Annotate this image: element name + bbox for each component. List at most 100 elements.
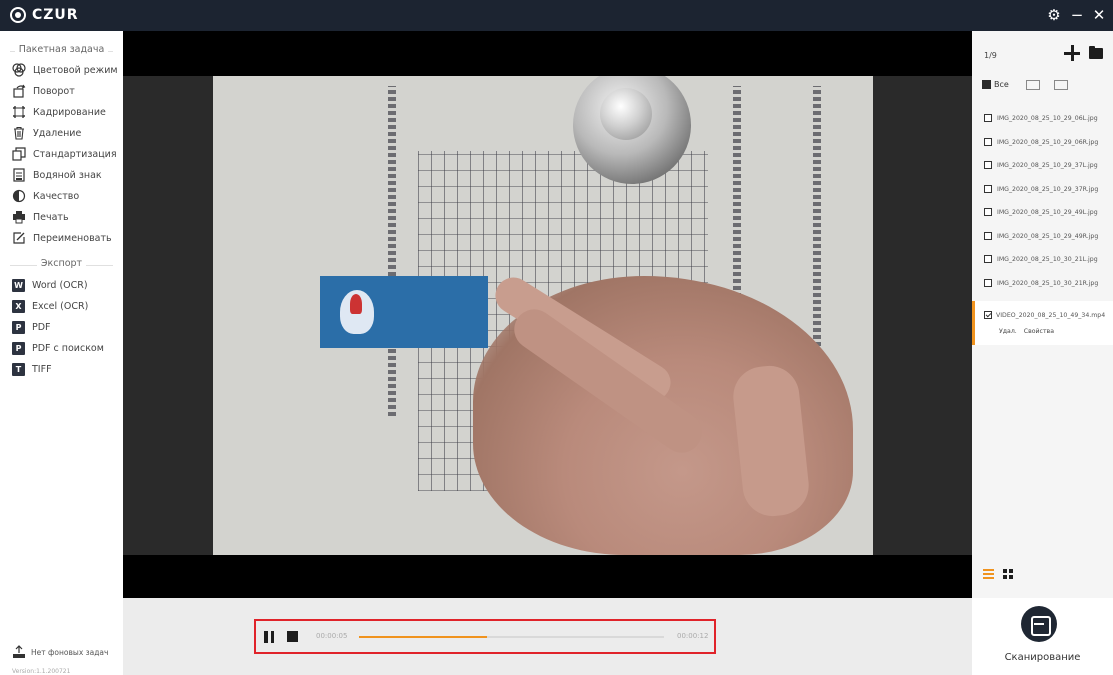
file-name: IMG_2020_08_25_10_29_49R.jpg	[997, 232, 1099, 240]
file-name: IMG_2020_08_25_10_29_49L.jpg	[997, 208, 1098, 216]
document-text-column	[388, 86, 396, 416]
fit-view-icon[interactable]	[1054, 80, 1068, 90]
grid-view-icon[interactable]	[1003, 569, 1013, 579]
file-list-item[interactable]: IMG_2020_08_25_10_29_37R.jpg	[984, 182, 1098, 196]
file-name: IMG_2020_08_25_10_29_37R.jpg	[997, 185, 1099, 193]
file-list-item[interactable]: IMG_2020_08_25_10_29_49L.jpg	[984, 205, 1098, 219]
menu-item-rotate[interactable]: Поворот	[12, 82, 75, 100]
total-time: 00:00:12	[677, 632, 709, 640]
video-list-item-selected[interactable]: VIDEO_2020_08_25_10_49_34.mp4 Удал. Свой…	[972, 301, 1113, 345]
video-frame-image	[123, 76, 972, 555]
stop-button[interactable]	[287, 631, 298, 642]
app-logo: CZUR	[10, 7, 79, 23]
menu-item-print[interactable]: Печать	[12, 208, 69, 226]
list-view-icon[interactable]	[983, 569, 994, 579]
export-word-ocr[interactable]: W Word (OCR)	[12, 276, 88, 294]
right-sidebar: 1/9 Все IMG_2020_08_25_10_29_06L.jpg IMG…	[972, 31, 1113, 675]
folder-icon[interactable]	[1089, 46, 1103, 59]
file-list-item[interactable]: IMG_2020_08_25_10_30_21L.jpg	[984, 252, 1098, 266]
menu-item-rename[interactable]: Переименовать	[12, 229, 112, 247]
color-mode-icon	[12, 63, 26, 77]
menu-item-label: Удаление	[33, 127, 82, 139]
file-list-item[interactable]: IMG_2020_08_25_10_29_49R.jpg	[984, 229, 1098, 243]
add-icon[interactable]	[1064, 45, 1080, 61]
minimize-icon[interactable]: −	[1068, 6, 1086, 24]
title-bar: CZUR ⚙ − ✕	[0, 0, 1113, 31]
properties-link[interactable]: Свойства	[1024, 328, 1054, 335]
file-list-item[interactable]: IMG_2020_08_25_10_29_06L.jpg	[984, 111, 1098, 125]
menu-item-label: Переименовать	[33, 232, 112, 244]
video-file-name: VIDEO_2020_08_25_10_49_34.mp4	[996, 311, 1106, 319]
video-preview[interactable]	[123, 31, 972, 598]
printer-icon	[12, 210, 26, 224]
menu-item-standardize[interactable]: Стандартизация	[12, 145, 117, 163]
checkbox-icon	[982, 80, 991, 89]
file-name: IMG_2020_08_25_10_29_06R.jpg	[997, 138, 1099, 146]
progress-track[interactable]	[359, 636, 664, 638]
page-counter: 1/9	[984, 51, 997, 60]
progress-fill	[359, 636, 488, 638]
export-excel-ocr[interactable]: X Excel (OCR)	[12, 297, 88, 315]
file-checkbox[interactable]	[984, 185, 992, 193]
crop-icon	[12, 105, 26, 119]
select-all-checkbox[interactable]: Все	[982, 80, 1009, 89]
document-page	[213, 76, 873, 555]
scan-label: Сканирование	[1004, 652, 1081, 663]
file-list-item[interactable]: IMG_2020_08_25_10_29_06R.jpg	[984, 135, 1098, 149]
quality-icon	[12, 189, 26, 203]
background-tasks-status[interactable]: Нет фоновых задач	[12, 645, 108, 659]
excel-icon: X	[12, 299, 25, 313]
menu-item-crop[interactable]: Кадрирование	[12, 103, 106, 121]
background-tasks-label: Нет фоновых задач	[31, 647, 109, 657]
searchable-pdf-icon: P	[12, 341, 25, 355]
close-icon[interactable]: ✕	[1090, 6, 1108, 24]
file-checkbox[interactable]	[984, 232, 992, 240]
export-tiff[interactable]: T TIFF	[12, 360, 52, 378]
export-item-label: PDF с поиском	[32, 342, 104, 354]
pdf-icon: P	[12, 320, 25, 334]
export-section-label: Экспорт	[0, 258, 123, 272]
menu-item-quality[interactable]: Качество	[12, 187, 79, 205]
file-name: IMG_2020_08_25_10_29_06L.jpg	[997, 114, 1098, 122]
file-name: IMG_2020_08_25_10_30_21L.jpg	[997, 255, 1098, 263]
file-list-item[interactable]: IMG_2020_08_25_10_29_37L.jpg	[984, 158, 1098, 172]
export-item-label: Excel (OCR)	[32, 300, 89, 312]
delete-link[interactable]: Удал.	[999, 328, 1017, 335]
menu-item-watermark[interactable]: Водяной знак	[12, 166, 102, 184]
trash-icon	[12, 126, 26, 140]
scan-button[interactable]	[1021, 606, 1057, 642]
scan-area: Сканирование	[972, 598, 1113, 675]
export-item-label: Word (OCR)	[32, 279, 88, 291]
export-item-label: PDF	[32, 321, 51, 333]
video-file-row: VIDEO_2020_08_25_10_49_34.mp4	[984, 311, 1105, 319]
file-checkbox-checked[interactable]	[984, 311, 992, 319]
menu-item-label: Водяной знак	[33, 169, 102, 181]
file-checkbox[interactable]	[984, 161, 992, 169]
file-list-item[interactable]: IMG_2020_08_25_10_30_21R.jpg	[984, 276, 1098, 290]
menu-item-label: Печать	[33, 211, 69, 223]
file-checkbox[interactable]	[984, 255, 992, 263]
file-name: IMG_2020_08_25_10_29_37L.jpg	[997, 161, 1098, 169]
file-checkbox[interactable]	[984, 114, 992, 122]
menu-item-label: Стандартизация	[33, 148, 117, 160]
playback-controls: 00:00:05 00:00:12	[254, 619, 716, 654]
gear-icon[interactable]: ⚙	[1045, 6, 1063, 24]
menu-item-color-mode[interactable]: Цветовой режим	[12, 61, 118, 79]
menu-item-delete[interactable]: Удаление	[12, 124, 81, 142]
export-pdf[interactable]: P PDF	[12, 318, 51, 336]
export-item-label: TIFF	[32, 363, 52, 375]
file-checkbox[interactable]	[984, 138, 992, 146]
current-time: 00:00:05	[316, 632, 348, 640]
image-view-icon[interactable]	[1026, 80, 1040, 90]
pause-button[interactable]	[264, 631, 276, 643]
export-searchable-pdf[interactable]: P PDF с поиском	[12, 339, 104, 357]
menu-item-label: Качество	[33, 190, 80, 202]
menu-item-label: Кадрирование	[33, 106, 106, 118]
app-logo-text: CZUR	[32, 7, 79, 23]
select-all-label: Все	[994, 80, 1009, 89]
file-checkbox[interactable]	[984, 279, 992, 287]
word-icon: W	[12, 278, 25, 292]
file-checkbox[interactable]	[984, 208, 992, 216]
document-blue-banner	[320, 276, 488, 348]
scanner-dial-center	[600, 88, 652, 140]
